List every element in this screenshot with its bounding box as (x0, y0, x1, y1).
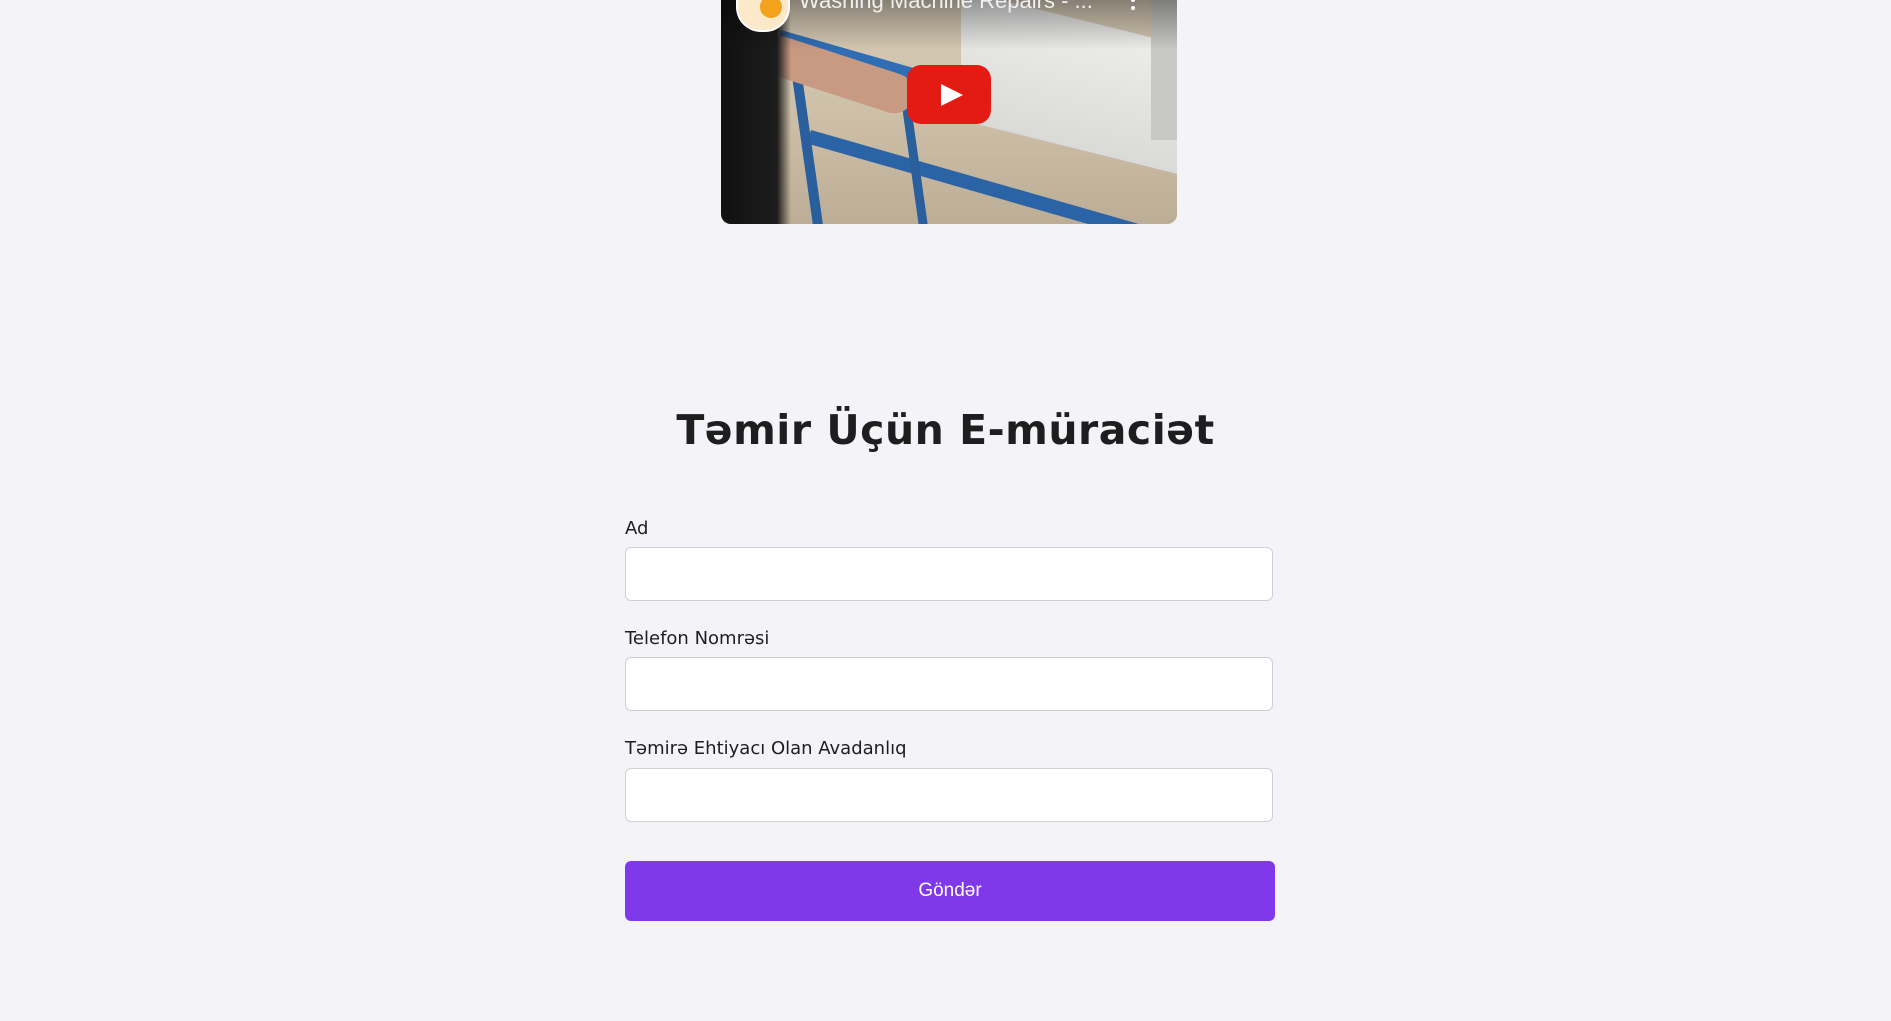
video-embed[interactable]: Washing Machine Repairs - ... (721, 0, 1177, 224)
form-title: Təmir Üçün E-müraciət (676, 406, 1215, 454)
equipment-input[interactable] (625, 768, 1273, 822)
phone-label: Telefon Nomrəsi (625, 628, 770, 649)
phone-input[interactable] (625, 657, 1273, 711)
equipment-label: Təmirə Ehtiyacı Olan Avadanlıq (625, 738, 907, 759)
youtube-play-icon[interactable] (907, 65, 991, 124)
name-input[interactable] (625, 547, 1273, 601)
name-label: Ad (625, 518, 649, 539)
page: Washing Machine Repairs - ... Təmir Üçün… (0, 0, 1891, 1021)
video-title[interactable]: Washing Machine Repairs - ... (799, 0, 1093, 12)
submit-button[interactable]: Göndər (625, 861, 1275, 921)
more-vertical-icon[interactable] (1129, 0, 1137, 20)
